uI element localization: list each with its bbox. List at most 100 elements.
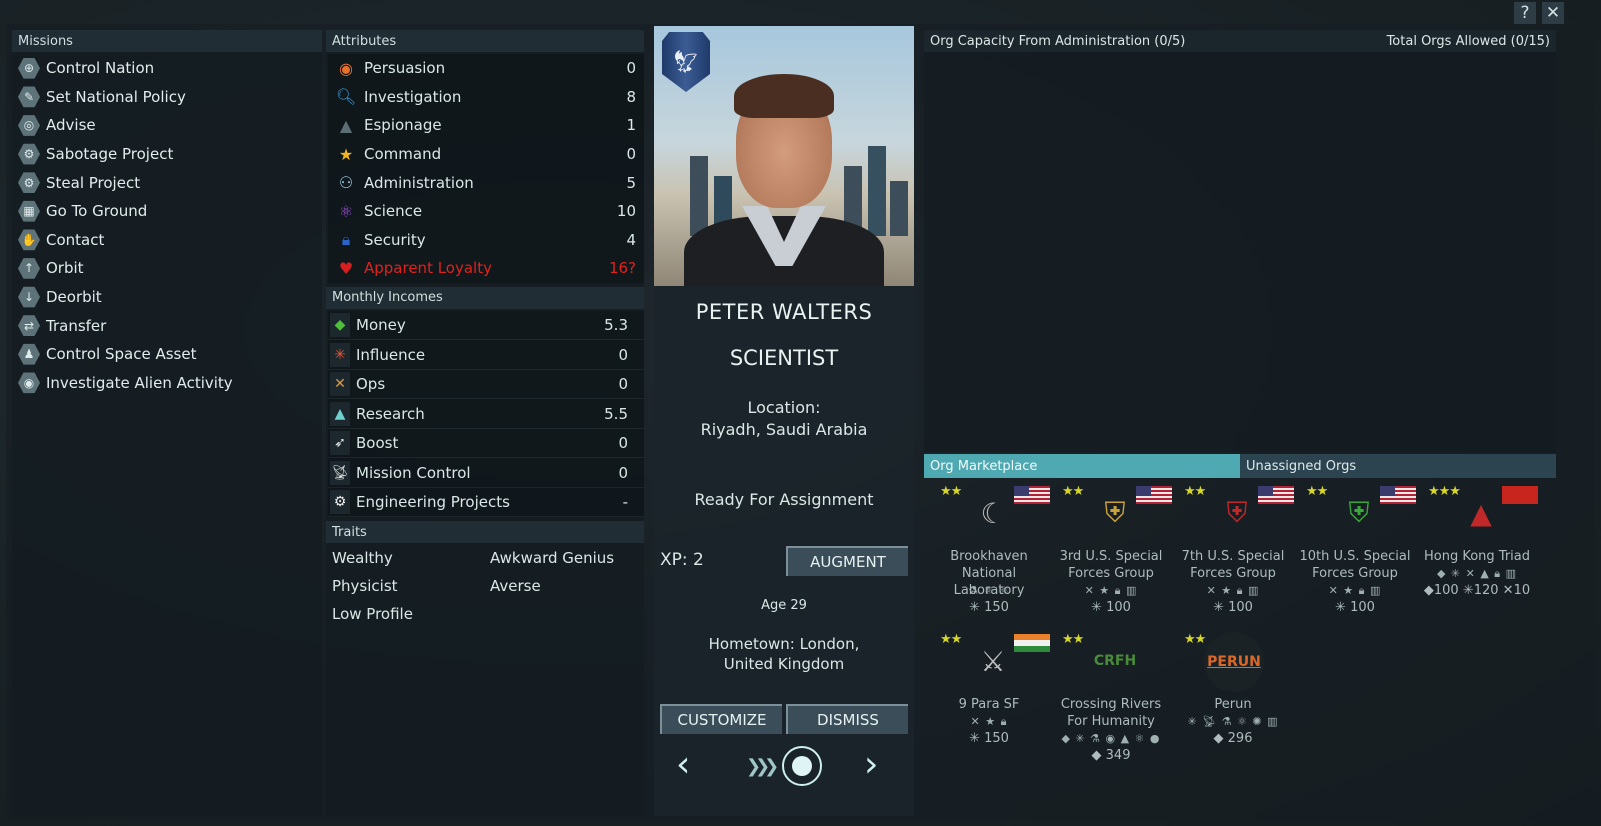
org-cost: ◆ 296 — [1213, 731, 1253, 746]
close-button[interactable]: ✕ — [1542, 2, 1564, 24]
tab-org-marketplace[interactable]: Org Marketplace — [924, 454, 1240, 478]
org-card[interactable]: ★★ PERUN Perun ✳ 📡︎ ⚗ ⚛ ✺ ▥ ◆ 296 — [1172, 630, 1294, 780]
org-tier-stars: ★★ — [940, 632, 962, 647]
org-cost: ✳ 150 — [969, 731, 1009, 746]
attributes-header: Attributes — [326, 30, 644, 52]
deorbit-icon: ↓ — [18, 286, 40, 308]
org-card[interactable]: ★★ ☾ Brookhaven National Laboratory ⚗ ⚛ … — [928, 482, 1050, 632]
mission-control-icon: 📡︎ — [330, 460, 350, 485]
org-name: 10th U.S. Special Forces Group — [1299, 549, 1411, 581]
org-logo-icon: PERUN — [1204, 632, 1264, 692]
org-capacity-label: Org Capacity From Administration (0/5) — [930, 33, 1186, 49]
org-name: 3rd U.S. Special Forces Group — [1059, 549, 1163, 581]
go-to-ground-icon: ▦ — [18, 200, 40, 222]
income-label: Influence — [356, 345, 426, 364]
org-tier-stars: ★★ — [1306, 484, 1328, 499]
attribute-value: 1 — [626, 116, 636, 135]
mission-item[interactable]: ⚙ Sabotage Project — [12, 140, 322, 169]
income-row: ◆ Money 5.3 — [328, 310, 644, 341]
mission-item[interactable]: ⇄ Transfer — [12, 311, 322, 340]
org-card[interactable]: ★★ ⛨ 3rd U.S. Special Forces Group ✕ ★ 🔒… — [1050, 482, 1172, 632]
councilor-selector-button[interactable] — [782, 746, 822, 786]
trait-item: Wealthy — [332, 549, 393, 568]
attribute-label: Security — [364, 230, 426, 249]
mission-item[interactable]: ⚙ Steal Project — [12, 168, 322, 197]
trait-item: Low Profile — [332, 605, 413, 624]
income-label: Ops — [356, 375, 386, 393]
attribute-label: Science — [364, 202, 423, 221]
mission-item[interactable]: ◉ Investigate Alien Activity — [12, 369, 322, 398]
org-card[interactable]: ★★ CRFH Crossing Rivers For Humanity ◆ ✳… — [1050, 630, 1172, 780]
org-card[interactable]: ★★★ ▲ Hong Kong Triad ◆ ✳ ✕ ▲ 🔒︎ ▥ ◆100 … — [1416, 482, 1538, 632]
councilor-role: SCIENTIST — [729, 346, 839, 370]
flag-us-icon — [1380, 486, 1416, 504]
missions-panel: Missions ⊕ Control Nation ✎ Set National Po… — [12, 30, 322, 816]
attribute-value: 0 — [626, 59, 636, 78]
attribute-value: 0 — [626, 145, 636, 164]
transfer-icon: ⇄ — [18, 315, 40, 336]
org-tier-stars: ★★ — [1184, 484, 1206, 499]
sabotage-project-icon: ⚙ — [18, 143, 40, 165]
mission-label: Control Nation — [46, 59, 155, 78]
faction-eagle-icon: 🦅︎ — [662, 32, 710, 92]
administration-icon: ⚇ — [338, 173, 354, 193]
mission-item[interactable]: ✋ Contact — [12, 226, 322, 255]
org-tier-stars: ★★ — [940, 484, 962, 499]
location-value: Riyadh, Saudi Arabia — [700, 420, 868, 439]
tab-unassigned-orgs[interactable]: Unassigned Orgs — [1240, 454, 1556, 478]
influence-icon: ✳ — [330, 342, 350, 367]
councilor-card: 🦅︎ PETER WALTERS SCIENTIST Location: Riy… — [654, 26, 914, 816]
income-row: ✳ Influence 0 — [328, 340, 644, 370]
espionage-icon: ▲ — [339, 115, 353, 135]
mission-item[interactable]: ↑ Orbit — [12, 254, 322, 283]
org-bonus-icons: ✳ 📡︎ ⚗ ⚛ ✺ ▥ — [1187, 715, 1279, 728]
org-logo-icon: ⛨ — [1348, 496, 1370, 529]
set-national-policy-icon: ✎ — [18, 86, 40, 108]
hometown-value: Hometown: London, United Kingdom — [708, 635, 860, 673]
org-card[interactable]: ★★ ⛨ 10th U.S. Special Forces Group ✕ ★ … — [1294, 482, 1416, 632]
org-tabs: Org Marketplace Unassigned Orgs — [924, 454, 1556, 478]
engineering-projects-icon: ⚙ — [330, 490, 350, 514]
help-button[interactable]: ? — [1514, 2, 1536, 24]
org-cost: ✳ 100 — [1335, 600, 1375, 615]
attribute-label: Administration — [364, 173, 474, 192]
science-icon: ⚛ — [338, 201, 354, 221]
customize-button[interactable]: CUSTOMIZE — [660, 704, 782, 734]
control-nation-icon: ⊕ — [18, 57, 40, 79]
orgs-panel: Org Capacity From Administration (0/5) T… — [924, 30, 1556, 816]
mission-item[interactable]: ▦ Go To Ground — [12, 197, 322, 226]
org-card[interactable]: ★★ ⛨ 7th U.S. Special Forces Group ✕ ★ 🔒… — [1172, 482, 1294, 632]
attribute-row: ▲ Espionage 1 — [328, 111, 644, 140]
control-space-asset-icon: ♟ — [18, 343, 40, 365]
attribute-label: Apparent Loyalty — [364, 259, 492, 278]
mission-item[interactable]: ⊕ Control Nation — [12, 54, 322, 83]
mission-item[interactable]: ↓ Deorbit — [12, 283, 322, 312]
previous-councilor-button[interactable]: ‹ — [676, 744, 690, 785]
assigned-orgs-area — [924, 52, 1556, 452]
org-cost: ◆100 ✳120 ✕10 — [1423, 583, 1531, 598]
mission-label: Contact — [46, 230, 105, 249]
attribute-label: Command — [364, 145, 442, 164]
mission-item[interactable]: ♟ Control Space Asset — [12, 340, 322, 369]
security-icon: 🔒︎ — [341, 229, 351, 249]
org-tier-stars: ★★ — [1062, 632, 1084, 647]
attribute-row: ★ Command 0 — [328, 139, 644, 169]
mission-label: Advise — [46, 116, 96, 135]
org-bonus-icons: ✕ ★ 🔒︎ — [970, 715, 1008, 728]
advise-icon: ◎ — [18, 115, 40, 136]
income-label: Engineering Projects — [356, 493, 510, 511]
org-cost: ✳ 100 — [1213, 600, 1253, 615]
mission-item[interactable]: ✎ Set National Policy — [12, 83, 322, 112]
org-cost: ✳ 150 — [969, 600, 1009, 615]
org-card[interactable]: ★★ ⚔ 9 Para SF ✕ ★ 🔒︎ ✳ 150 — [928, 630, 1050, 780]
mission-item[interactable]: ◎ Advise — [12, 111, 322, 140]
augment-button[interactable]: AUGMENT — [786, 546, 908, 576]
research-icon: ▲ — [330, 401, 350, 426]
attribute-value: 10 — [616, 202, 636, 221]
assignment-status: Ready For Assignment — [694, 490, 874, 509]
next-councilor-button[interactable]: › — [864, 744, 878, 785]
mission-label: Deorbit — [46, 288, 102, 307]
attribute-row: ◉ Persuasion 0 — [328, 54, 644, 83]
income-label: Research — [356, 404, 425, 423]
dismiss-button[interactable]: DISMISS — [786, 704, 908, 734]
